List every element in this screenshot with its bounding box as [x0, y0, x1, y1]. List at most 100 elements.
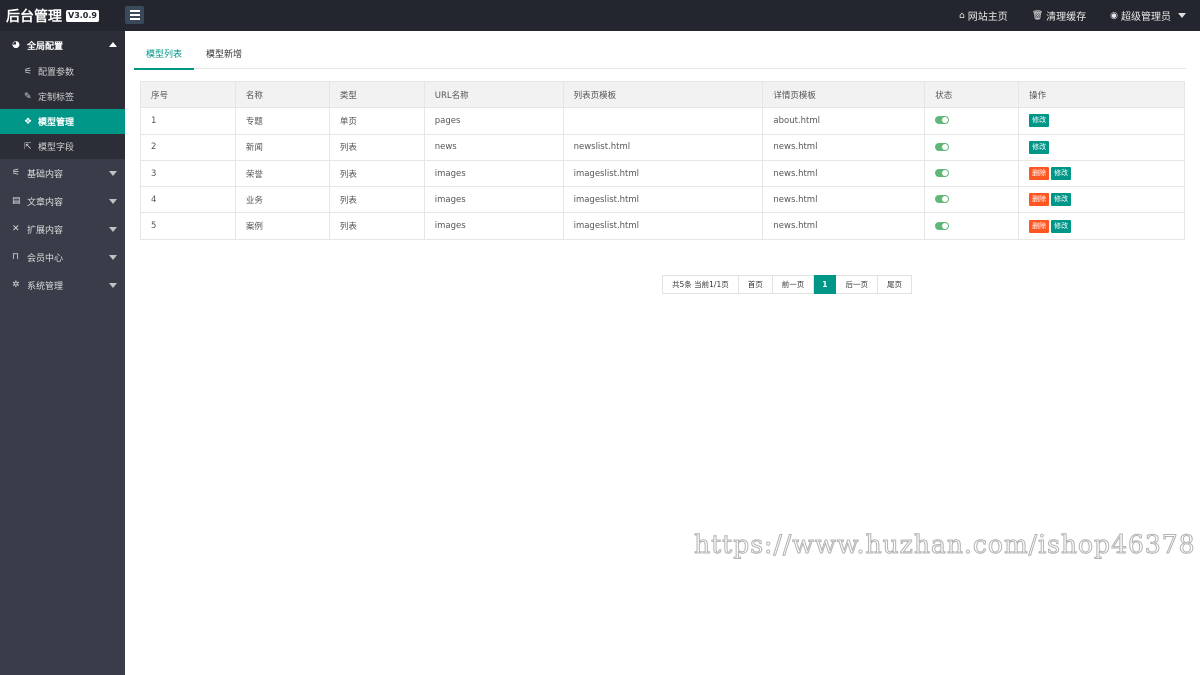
sidebar-item-model-fields[interactable]: ⇱ 模型字段: [0, 134, 125, 159]
cell-id: 2: [140, 133, 236, 161]
sidebar-group-global-config[interactable]: ◕ 全局配置: [0, 31, 125, 59]
table-row: 5 案例 列表 images imageslist.html news.html 删除 修改: [140, 212, 1185, 240]
menu-toggle-button[interactable]: [125, 6, 144, 24]
pager-last-button[interactable]: 尾页: [877, 275, 912, 294]
top-nav: ⌂ 网站主页 🗑 清理缓存 ◉ 超级管理员: [959, 0, 1186, 31]
file-icon: ▤: [12, 196, 21, 206]
status-toggle[interactable]: [935, 195, 950, 204]
cell-detail-template: news.html: [762, 212, 926, 240]
chevron-up-icon: [109, 42, 117, 47]
hamburger-icon: [129, 10, 140, 12]
cell-type: 列表: [328, 186, 425, 214]
sidebar-group-system-management[interactable]: ✲ 系统管理: [0, 271, 125, 299]
cell-detail-template: about.html: [762, 107, 926, 135]
cell-status: [924, 186, 1020, 214]
cell-status: [924, 212, 1020, 240]
edit-button[interactable]: 修改: [1051, 193, 1072, 207]
column-header: 详情页模板: [762, 80, 926, 109]
pagination: 共5条 当前1/1页 首页 前一页 1 后一页 尾页: [662, 275, 912, 294]
cell-actions: 删除 修改: [1018, 186, 1185, 214]
sliders-icon: ⚟: [24, 66, 33, 77]
brand-title: 后台管理: [6, 9, 62, 25]
nav-user-menu[interactable]: ◉ 超级管理员: [1110, 8, 1186, 23]
sidebar-item-custom-tags[interactable]: ✎ 定制标签: [0, 84, 125, 109]
chevron-down-icon: [109, 199, 117, 204]
nav-clear-cache-link[interactable]: 🗑 清理缓存: [1031, 8, 1086, 24]
cube-icon: ❖: [24, 116, 33, 127]
trash-icon: 🗑: [1031, 10, 1044, 21]
cell-list-template: newslist.html: [562, 133, 764, 161]
delete-button[interactable]: 删除: [1029, 193, 1050, 207]
gear-icon: ✲: [12, 280, 20, 290]
sidebar: ◕ 全局配置 ⚟ 配置参数 ✎ 定制标签 ❖ 模型管理 ⇱ 模型字段 ⚟ 基础内…: [0, 31, 125, 675]
cell-name: 新闻: [234, 133, 330, 161]
cell-url-name: news: [423, 133, 564, 161]
column-header: 序号: [140, 80, 236, 109]
cell-url-name: images: [423, 159, 564, 188]
chevron-down-icon: [109, 255, 117, 260]
cell-detail-template: news.html: [762, 186, 926, 214]
pager-current-page[interactable]: 1: [814, 275, 837, 294]
sidebar-group-member-center[interactable]: ⊓ 会员中心: [0, 243, 125, 271]
delete-button[interactable]: 删除: [1029, 219, 1050, 233]
cell-status: [924, 107, 1020, 135]
cell-type: 列表: [328, 133, 425, 161]
table-row: 3 荣誉 列表 images imageslist.html news.html 删除 修改: [140, 159, 1185, 188]
column-header: 类型: [328, 80, 425, 109]
chevron-down-icon: [1178, 13, 1186, 18]
cell-list-template: imageslist.html: [562, 212, 764, 240]
sliders-icon: ⚟: [12, 168, 21, 178]
cell-url-name: pages: [423, 107, 564, 135]
status-toggle[interactable]: [935, 142, 950, 151]
sidebar-item-config-params[interactable]: ⚟ 配置参数: [0, 59, 125, 84]
column-header: 列表页模板: [562, 80, 764, 109]
cell-list-template: imageslist.html: [562, 159, 764, 188]
column-header: 名称: [234, 80, 330, 109]
status-toggle[interactable]: [935, 221, 950, 230]
pager-summary: 共5条 当前1/1页: [662, 275, 739, 294]
edit-button[interactable]: 修改: [1029, 140, 1050, 154]
cell-list-template: [562, 107, 764, 135]
sidebar-group-extended-content[interactable]: ✕ 扩展内容: [0, 215, 125, 243]
brand[interactable]: 后台管理 V3.0.9: [6, 6, 99, 26]
cell-detail-template: news.html: [762, 133, 926, 161]
cell-url-name: images: [423, 212, 564, 240]
chevron-down-icon: [109, 227, 117, 232]
status-toggle[interactable]: [935, 169, 950, 178]
nav-home-link[interactable]: ⌂ 网站主页: [958, 8, 1008, 24]
sidebar-group-basic-content[interactable]: ⚟ 基础内容: [0, 159, 125, 187]
edit-button[interactable]: 修改: [1029, 114, 1050, 128]
table-row: 2 新闻 列表 news newslist.html news.html 修改: [140, 133, 1185, 161]
cell-type: 单页: [328, 107, 425, 135]
pager-first-button[interactable]: 首页: [738, 275, 773, 294]
table-row: 4 业务 列表 images imageslist.html news.html 删除 修改: [140, 186, 1185, 214]
cell-type: 列表: [328, 159, 425, 188]
globe-icon: ◕: [12, 40, 20, 50]
home-icon: ⌂: [958, 10, 965, 21]
cell-type: 列表: [328, 212, 425, 240]
column-header: 操作: [1018, 80, 1185, 109]
cell-actions: 删除 修改: [1018, 212, 1185, 240]
sidebar-group-article-content[interactable]: ▤ 文章内容: [0, 187, 125, 215]
edit-button[interactable]: 修改: [1051, 167, 1072, 181]
column-header: 状态: [924, 80, 1020, 109]
pager-prev-button[interactable]: 前一页: [772, 275, 815, 294]
cell-id: 4: [140, 186, 236, 214]
cell-name: 案例: [234, 212, 330, 240]
delete-button[interactable]: 删除: [1029, 167, 1050, 181]
tab-bar: 模型列表 模型新增: [134, 41, 1186, 70]
table-header-row: 序号 名称 类型 URL名称 列表页模板 详情页模板 状态 操作: [140, 80, 1185, 109]
tab-model-add[interactable]: 模型新增: [194, 41, 254, 69]
lock-icon: ⊓: [12, 252, 20, 262]
version-badge: V3.0.9: [66, 10, 99, 22]
cell-actions: 删除 修改: [1018, 159, 1185, 188]
cell-status: [924, 159, 1020, 188]
column-header: URL名称: [423, 80, 564, 109]
cell-name: 荣誉: [234, 159, 330, 188]
tab-model-list[interactable]: 模型列表: [134, 41, 195, 70]
cell-detail-template: news.html: [762, 159, 926, 188]
edit-button[interactable]: 修改: [1051, 219, 1072, 233]
status-toggle[interactable]: [935, 116, 950, 125]
pager-next-button[interactable]: 后一页: [836, 275, 878, 294]
sidebar-item-model-management[interactable]: ❖ 模型管理: [0, 109, 125, 134]
